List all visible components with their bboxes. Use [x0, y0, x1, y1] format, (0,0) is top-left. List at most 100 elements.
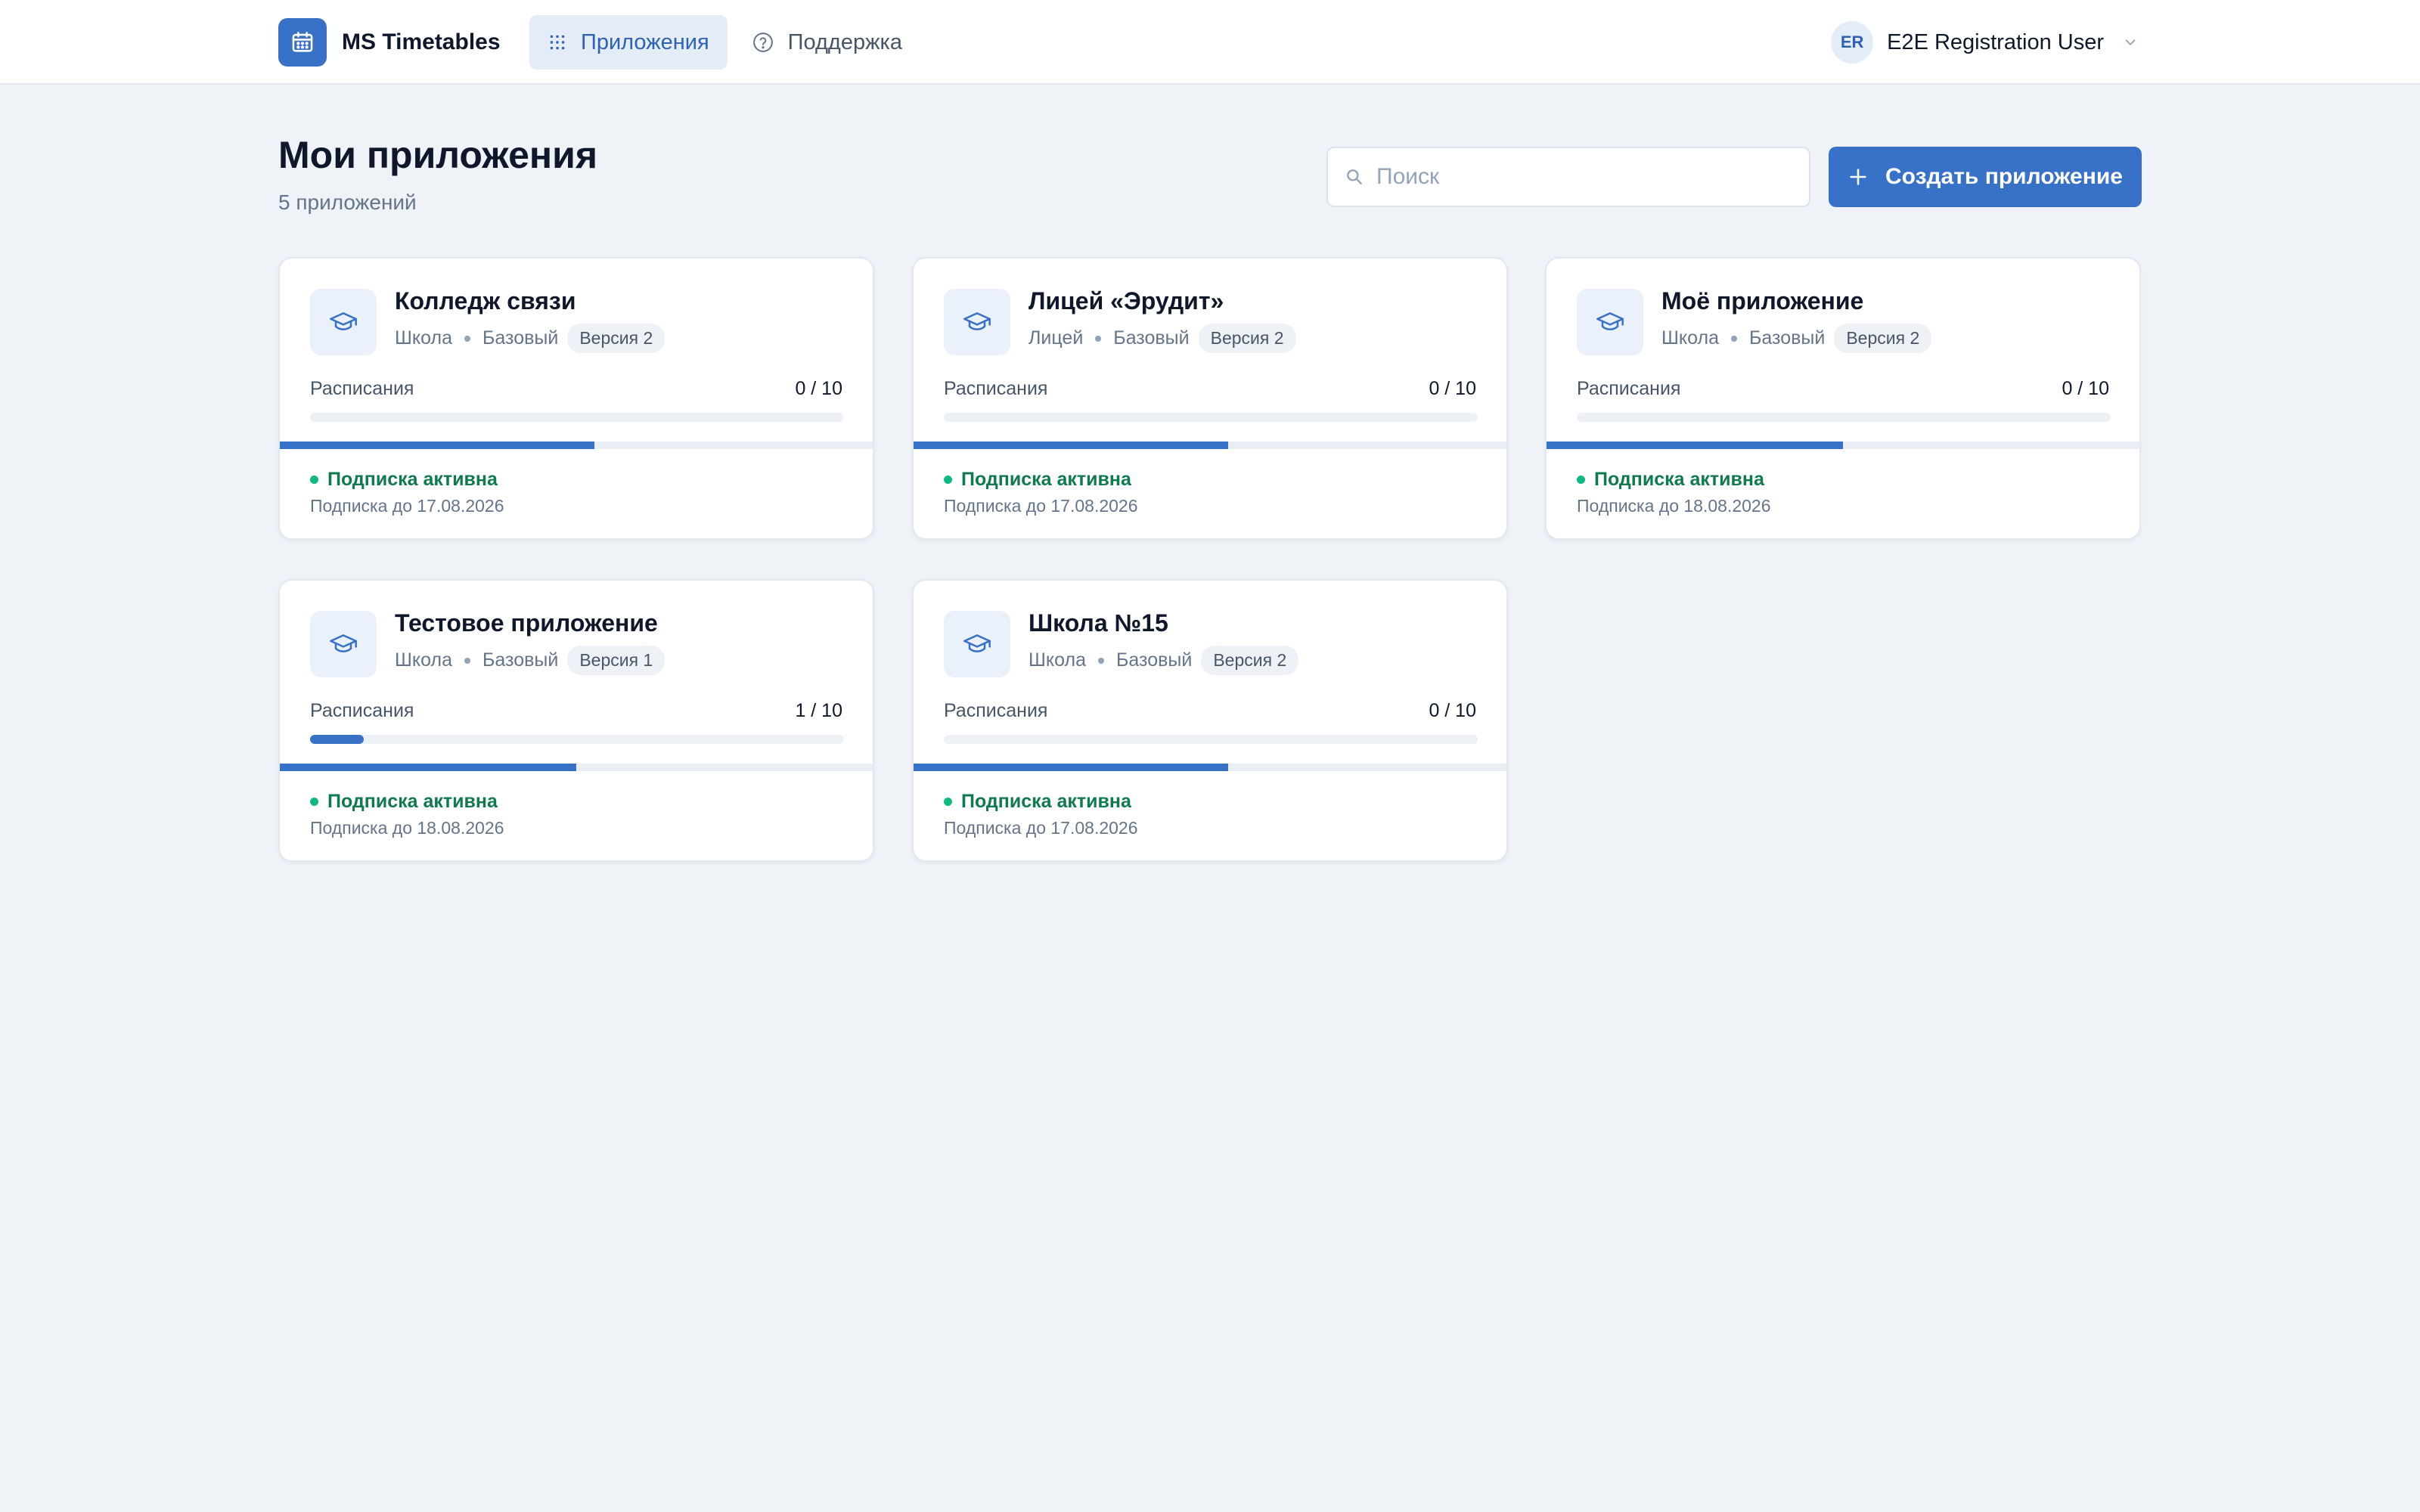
graduation-cap-icon — [944, 611, 1010, 677]
version-badge: Версия 2 — [1198, 324, 1296, 353]
graduation-cap-icon — [944, 289, 1010, 355]
separator-dot — [464, 657, 470, 664]
subscription-progress — [1547, 442, 2139, 449]
status-label: Подписка активна — [961, 791, 1131, 812]
app-count: 5 приложений — [278, 191, 417, 214]
app-name: MS Timetables — [342, 29, 501, 54]
schedules-progress — [310, 735, 844, 744]
app-card[interactable]: Моё приложение Школа Базовый Версия 2 Расп… — [1545, 257, 2141, 540]
graduation-cap-icon — [310, 611, 377, 677]
schedules-label: Расписания — [310, 700, 414, 721]
status-label: Подписка активна — [1594, 469, 1764, 490]
schedules-count: 0 / 10 — [2062, 378, 2109, 399]
chevron-down-icon — [2125, 39, 2136, 45]
help-circle-icon — [752, 33, 773, 52]
nav-label: Поддержка — [787, 29, 902, 54]
subscription-status: Подписка активна — [944, 469, 1131, 491]
status-dot — [1577, 476, 1585, 484]
nav-item-applications[interactable]: Приложения — [529, 15, 728, 70]
schedules-progress-fill — [310, 735, 364, 744]
schedules-count: 1 / 10 — [795, 700, 842, 721]
schedules-progress — [1577, 413, 2111, 422]
brand[interactable]: MS Timetables — [278, 18, 501, 67]
status-dot — [944, 798, 952, 806]
search-box[interactable] — [1326, 147, 1810, 207]
app-plan: Базовый — [1113, 327, 1190, 349]
subscription-progress — [280, 442, 873, 449]
avatar: ER — [1831, 21, 1874, 64]
nav-label: Приложения — [581, 29, 709, 54]
separator-dot — [1095, 335, 1102, 342]
schedules-count: 0 / 10 — [1429, 700, 1476, 721]
subscription-progress — [914, 442, 1506, 449]
create-app-button[interactable]: Создать приложение — [1829, 147, 2142, 207]
separator-dot — [1097, 657, 1104, 664]
app-meta: Школа Базовый Версия 2 — [1661, 324, 1932, 353]
app-type: Школа — [1661, 327, 1719, 349]
page-title: Мои приложения — [278, 134, 597, 176]
app-meta: Школа Базовый Версия 2 — [395, 324, 666, 353]
schedules-count: 0 / 10 — [795, 378, 842, 399]
app-plan: Базовый — [482, 327, 559, 349]
app-title: Колледж связи — [395, 287, 576, 314]
app-card[interactable]: Лицей «Эрудит» Лицей Базовый Версия 2 Расп… — [912, 257, 1508, 540]
top-bar: MS Timetables Приложения Поддержка ER E2… — [0, 0, 2420, 85]
app-type: Школа — [395, 327, 452, 349]
subscription-status: Подписка активна — [1577, 469, 1764, 491]
subscription-progress-fill — [914, 442, 1228, 449]
schedules-label: Расписания — [944, 378, 1048, 399]
create-app-label: Создать приложение — [1885, 164, 2123, 189]
subscription-until: Подписка до 18.08.2026 — [1577, 496, 1771, 516]
schedules-label: Расписания — [944, 700, 1048, 721]
user-name: E2E Registration User — [1887, 29, 2104, 54]
search-input[interactable] — [1376, 164, 1800, 190]
nav-item-support[interactable]: Поддержка — [734, 15, 920, 70]
subscription-until: Подписка до 18.08.2026 — [310, 818, 504, 838]
plus-icon — [1850, 169, 1866, 185]
app-type: Школа — [395, 649, 452, 671]
app-card[interactable]: Колледж связи Школа Базовый Версия 2 Распи… — [278, 257, 874, 540]
subscription-progress-fill — [914, 764, 1228, 771]
schedules-progress — [944, 735, 1478, 744]
status-dot — [944, 476, 952, 484]
subscription-progress — [914, 764, 1506, 771]
version-badge: Версия 2 — [567, 324, 666, 353]
subscription-status: Подписка активна — [310, 469, 498, 491]
app-meta: Школа Базовый Версия 1 — [395, 646, 666, 675]
user-menu[interactable]: ER E2E Registration User — [1831, 21, 2139, 64]
schedules-progress — [310, 413, 844, 422]
app-plan: Базовый — [1115, 649, 1193, 671]
graduation-cap-icon — [1577, 289, 1643, 355]
subscription-until: Подписка до 17.08.2026 — [944, 818, 1138, 838]
subscription-progress-fill — [280, 442, 594, 449]
version-badge: Версия 2 — [1834, 324, 1932, 353]
main-nav: Приложения Поддержка — [529, 15, 926, 70]
grid-icon — [550, 35, 565, 50]
subscription-progress-fill — [280, 764, 576, 771]
schedules-label: Расписания — [310, 378, 414, 399]
schedules-label: Расписания — [1577, 378, 1681, 399]
status-dot — [310, 798, 318, 806]
version-badge: Версия 1 — [567, 646, 666, 675]
app-plan: Базовый — [482, 649, 559, 671]
subscription-status: Подписка активна — [944, 791, 1131, 813]
app-meta: Школа Базовый Версия 2 — [1028, 646, 1299, 675]
app-card[interactable]: Тестовое приложение Школа Базовый Версия 1… — [278, 579, 874, 862]
schedules-count: 0 / 10 — [1429, 378, 1476, 399]
status-label: Подписка активна — [327, 791, 498, 812]
schedules-progress — [944, 413, 1478, 422]
app-title: Школа №15 — [1028, 609, 1168, 637]
version-badge: Версия 2 — [1201, 646, 1299, 675]
separator-dot — [1730, 335, 1737, 342]
status-label: Подписка активна — [961, 469, 1131, 490]
subscription-progress-fill — [1547, 442, 1843, 449]
graduation-cap-icon — [310, 289, 377, 355]
calendar-icon — [278, 18, 327, 67]
app-type: Школа — [1028, 649, 1086, 671]
app-meta: Лицей Базовый Версия 2 — [1028, 324, 1296, 353]
app-title: Моё приложение — [1661, 287, 1864, 314]
separator-dot — [464, 335, 470, 342]
app-title: Тестовое приложение — [395, 609, 658, 637]
search-icon — [1347, 169, 1362, 184]
app-card[interactable]: Школа №15 Школа Базовый Версия 2 Расписани… — [912, 579, 1508, 862]
